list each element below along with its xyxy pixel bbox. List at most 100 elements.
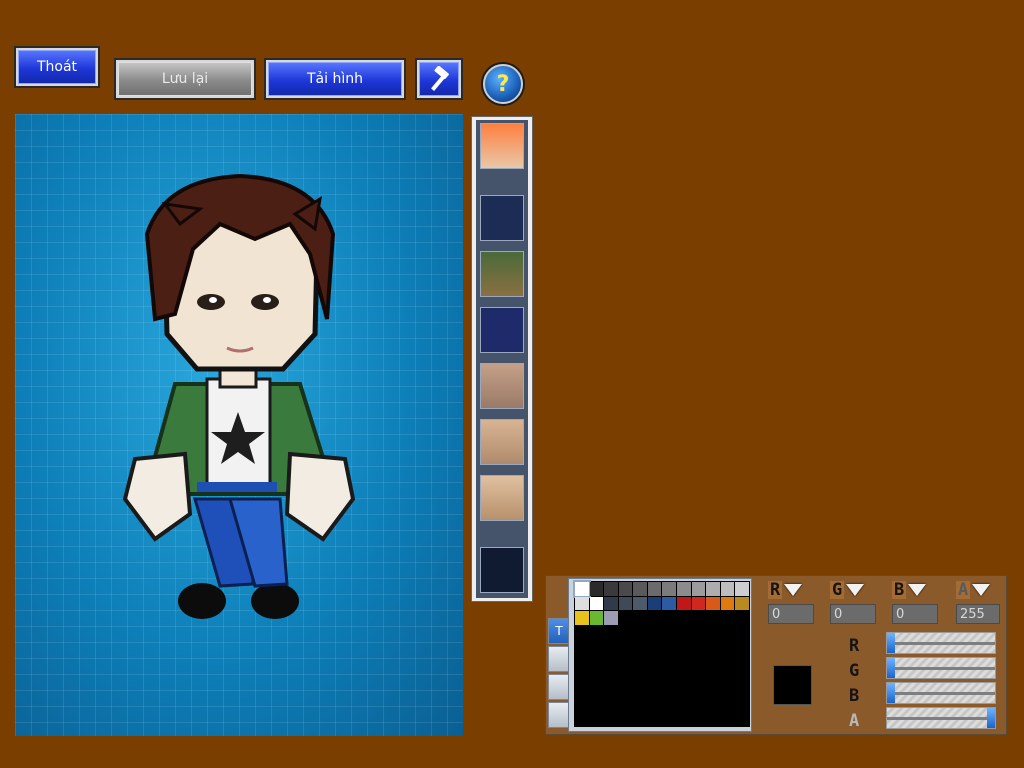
green-channel-dropdown[interactable]: G <box>830 580 865 600</box>
empty-slot-2[interactable] <box>480 547 524 593</box>
color-swatch[interactable] <box>735 698 749 712</box>
color-swatch[interactable] <box>575 683 589 697</box>
color-swatch[interactable] <box>706 582 720 596</box>
color-swatch[interactable] <box>677 683 691 697</box>
color-swatch[interactable] <box>575 669 589 683</box>
color-swatch[interactable] <box>720 640 735 654</box>
color-swatch[interactable] <box>589 698 604 712</box>
color-swatch[interactable] <box>677 640 691 654</box>
color-swatch[interactable] <box>589 596 604 610</box>
color-swatch[interactable] <box>720 683 735 697</box>
alpha-slider-thumb[interactable] <box>987 708 995 728</box>
color-swatch[interactable] <box>735 654 749 668</box>
color-swatch[interactable] <box>720 654 735 668</box>
color-swatch[interactable] <box>706 640 720 654</box>
color-swatch[interactable] <box>647 654 662 668</box>
color-swatch[interactable] <box>618 669 633 683</box>
color-swatch[interactable] <box>691 654 706 668</box>
color-swatch[interactable] <box>604 582 618 596</box>
color-swatch[interactable] <box>647 596 662 610</box>
palette-tab-3[interactable] <box>548 674 570 700</box>
color-swatch[interactable] <box>589 683 604 697</box>
color-swatch[interactable] <box>589 582 604 596</box>
alpha-slider[interactable] <box>886 707 996 729</box>
color-swatch[interactable] <box>633 683 647 697</box>
color-swatch[interactable] <box>706 698 720 712</box>
color-swatch[interactable] <box>662 611 677 625</box>
outfit-slot[interactable] <box>480 307 524 353</box>
color-swatch[interactable] <box>720 712 735 726</box>
color-swatch[interactable] <box>604 625 618 639</box>
color-swatch[interactable] <box>691 683 706 697</box>
palette-tab-2[interactable] <box>548 646 570 672</box>
color-swatch[interactable] <box>720 611 735 625</box>
color-swatch[interactable] <box>706 712 720 726</box>
color-swatch[interactable] <box>575 611 589 625</box>
color-swatch[interactable] <box>618 640 633 654</box>
red-slider[interactable] <box>886 632 996 654</box>
color-swatch[interactable] <box>647 582 662 596</box>
color-swatch[interactable] <box>662 625 677 639</box>
load-image-button[interactable]: Tải hình <box>266 60 404 98</box>
color-swatch[interactable] <box>735 669 749 683</box>
color-swatch[interactable] <box>575 698 589 712</box>
color-swatch[interactable] <box>618 712 633 726</box>
color-swatch[interactable] <box>677 611 691 625</box>
color-swatch[interactable] <box>662 640 677 654</box>
blue-slider[interactable] <box>886 682 996 704</box>
color-swatch[interactable] <box>647 669 662 683</box>
color-swatch[interactable] <box>735 683 749 697</box>
color-swatch[interactable] <box>720 582 735 596</box>
color-swatch[interactable] <box>633 654 647 668</box>
color-swatch[interactable] <box>735 640 749 654</box>
color-swatch[interactable] <box>573 580 591 598</box>
color-swatch[interactable] <box>604 654 618 668</box>
color-swatch[interactable] <box>575 712 589 726</box>
eyes-slot[interactable] <box>480 363 524 409</box>
color-swatch[interactable] <box>691 611 706 625</box>
color-swatch[interactable] <box>735 611 749 625</box>
color-swatch[interactable] <box>706 625 720 639</box>
color-swatch[interactable] <box>618 582 633 596</box>
hat-slot[interactable] <box>480 251 524 297</box>
color-swatch[interactable] <box>618 611 633 625</box>
color-swatch[interactable] <box>662 712 677 726</box>
color-swatch[interactable] <box>604 596 618 610</box>
color-swatch[interactable] <box>575 640 589 654</box>
color-swatch[interactable] <box>589 712 604 726</box>
color-swatch[interactable] <box>633 582 647 596</box>
palette-tab-4[interactable] <box>548 702 570 728</box>
color-swatch[interactable] <box>589 654 604 668</box>
color-swatch[interactable] <box>677 698 691 712</box>
color-swatch[interactable] <box>633 625 647 639</box>
color-swatch[interactable] <box>662 683 677 697</box>
empty-slot[interactable] <box>480 195 524 241</box>
color-swatch[interactable] <box>691 712 706 726</box>
color-swatch[interactable] <box>662 596 677 610</box>
color-swatch[interactable] <box>647 625 662 639</box>
color-swatch[interactable] <box>604 712 618 726</box>
color-swatch[interactable] <box>575 654 589 668</box>
palette-tab-1[interactable]: T <box>548 618 570 644</box>
alpha-value-field[interactable]: 255 <box>956 604 1000 624</box>
color-swatch[interactable] <box>604 669 618 683</box>
color-swatch[interactable] <box>604 683 618 697</box>
green-value-field[interactable]: 0 <box>830 604 876 624</box>
color-swatch[interactable] <box>633 596 647 610</box>
color-swatch[interactable] <box>589 625 604 639</box>
color-swatch[interactable] <box>618 698 633 712</box>
color-swatch[interactable] <box>589 611 604 625</box>
color-swatch[interactable] <box>633 698 647 712</box>
color-swatch[interactable] <box>677 654 691 668</box>
color-swatch[interactable] <box>706 611 720 625</box>
color-swatch[interactable] <box>706 596 720 610</box>
color-swatch[interactable] <box>618 596 633 610</box>
mouth-slot[interactable] <box>480 419 524 465</box>
alpha-channel-dropdown[interactable]: A <box>956 580 991 600</box>
red-value-field[interactable]: 0 <box>768 604 814 624</box>
hair-slot[interactable] <box>480 123 524 169</box>
blue-value-field[interactable]: 0 <box>892 604 938 624</box>
exit-button[interactable]: Thoát <box>16 48 98 86</box>
color-swatch[interactable] <box>633 712 647 726</box>
color-swatch[interactable] <box>575 625 589 639</box>
